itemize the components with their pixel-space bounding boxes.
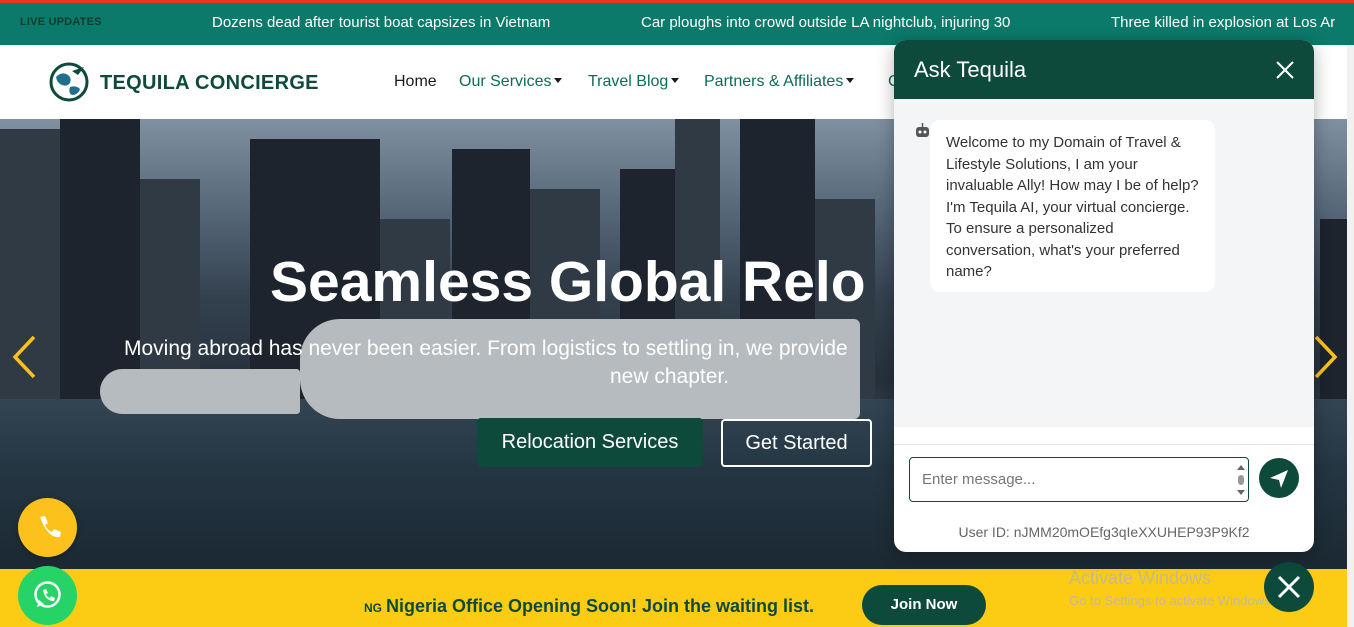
hero-title: Seamless Global Relo (270, 250, 866, 314)
nav-partners-label: Partners & Affiliates (704, 73, 844, 90)
chat-message-input[interactable] (909, 457, 1249, 502)
hero-subtitle-line2: new chapter. (610, 365, 730, 388)
chat-toggle-close-button[interactable] (1264, 562, 1314, 612)
whatsapp-icon (34, 581, 61, 608)
live-updates-ticker: LIVE UPDATES Dozens dead after tourist b… (0, 0, 1354, 45)
nav-travel-blog-label: Travel Blog (588, 73, 669, 90)
globe-logo-icon[interactable] (48, 61, 90, 103)
chat-header: Ask Tequila (894, 40, 1314, 99)
nav-home[interactable]: Home (394, 73, 437, 91)
chat-title: Ask Tequila (914, 57, 1027, 82)
nigeria-flag-code: NG (364, 601, 382, 615)
close-icon (1277, 575, 1301, 599)
relocation-services-button[interactable]: Relocation Services (477, 418, 703, 467)
whatsapp-button[interactable] (18, 566, 77, 625)
join-now-button[interactable]: Join Now (862, 585, 986, 625)
nav-our-services-label: Our Services (459, 73, 552, 90)
send-button[interactable] (1259, 458, 1299, 498)
user-id-text: User ID: nJMM20mOEfg3qIeXXUHEP93P9Kf2 (958, 524, 1250, 540)
nav-our-services[interactable]: Our Services (459, 73, 563, 91)
chat-widget: Ask Tequila Welcome to my Domain of Trav… (894, 40, 1314, 552)
phone-icon (40, 516, 61, 538)
nav-travel-blog[interactable]: Travel Blog (588, 73, 680, 91)
send-icon (1270, 470, 1288, 488)
windows-activation-title: Activate Windows (1069, 568, 1212, 588)
page-scrollbar[interactable] (1347, 45, 1354, 627)
caret-down-icon (846, 78, 855, 84)
nav-partners-affiliates[interactable]: Partners & Affiliates (704, 73, 855, 91)
ticker-item[interactable]: Three killed in explosion at Los Ar (1111, 14, 1335, 31)
brand-name[interactable]: TEQUILA CONCIERGE (100, 72, 319, 95)
ticker-item[interactable]: Dozens dead after tourist boat capsizes … (212, 14, 550, 31)
bot-message-bubble: Welcome to my Domain of Travel & Lifesty… (930, 120, 1215, 292)
get-started-button[interactable]: Get Started (721, 419, 872, 467)
ticker-item[interactable]: Car ploughs into crowd outside LA nightc… (641, 14, 1010, 31)
windows-activation-subtitle: Go to Settings to activate Windows. (1069, 593, 1275, 608)
announcement-message: Nigeria Office Opening Soon! Join the wa… (386, 596, 815, 616)
robot-icon (916, 123, 929, 137)
caret-down-icon (554, 78, 563, 84)
live-updates-label: LIVE UPDATES (20, 16, 102, 28)
caret-down-icon (671, 78, 680, 84)
close-icon[interactable] (1274, 59, 1296, 81)
chevron-right-icon[interactable] (1314, 335, 1338, 379)
input-scroll-arrows[interactable] (1236, 463, 1246, 497)
announcement-text: NG Nigeria Office Opening Soon! Join the … (364, 596, 814, 617)
chevron-left-icon[interactable] (12, 335, 36, 379)
chat-divider (894, 444, 1314, 445)
call-button[interactable] (18, 498, 77, 557)
